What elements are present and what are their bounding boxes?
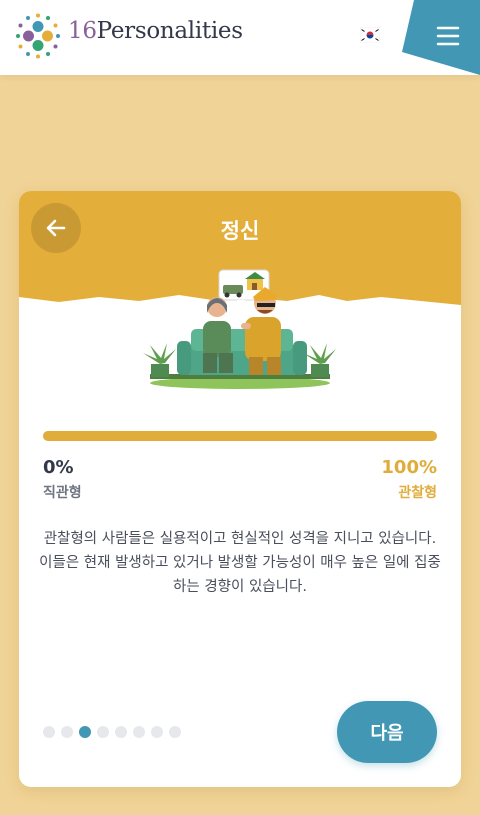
left-plant-icon	[143, 343, 176, 377]
trait-description: 관찰형의 사람들은 실용적이고 현실적인 성격을 지니고 있습니다. 이들은 현…	[39, 531, 441, 595]
pagination-dot[interactable]	[169, 726, 181, 738]
pagination-dot[interactable]	[79, 726, 91, 738]
trait-card: 정신 0% 100% 직관형 관찰형 관찰형의 사람들은 실용적이고 현실적인 …	[19, 191, 461, 787]
progress-bar	[43, 431, 437, 441]
brand-number: 16	[68, 18, 97, 44]
site-header: 16Personalities	[0, 0, 480, 75]
brand-text: Personalities	[96, 18, 243, 44]
logo-icon[interactable]	[14, 12, 62, 60]
next-button[interactable]: 다음	[337, 701, 437, 763]
couple-on-sofa-illustration	[143, 269, 336, 389]
pagination-dot[interactable]	[97, 726, 109, 738]
pagination-dot[interactable]	[115, 726, 127, 738]
left-trait-label: 직관형	[43, 485, 82, 501]
card-title: 정신	[220, 219, 260, 243]
left-percent: 0%	[43, 457, 74, 478]
pagination-dots	[43, 726, 187, 738]
pagination-dot[interactable]	[133, 726, 145, 738]
right-percent: 100%	[381, 457, 437, 478]
pagination-dot[interactable]	[43, 726, 55, 738]
pagination-dot[interactable]	[151, 726, 163, 738]
menu-button[interactable]	[400, 0, 480, 75]
korea-flag-icon[interactable]	[360, 27, 380, 43]
pagination-dot[interactable]	[61, 726, 73, 738]
brand-name[interactable]: 16Personalities	[68, 18, 243, 44]
right-plant-icon	[303, 343, 336, 377]
right-trait-label: 관찰형	[398, 485, 437, 501]
progress-fill	[43, 431, 437, 441]
